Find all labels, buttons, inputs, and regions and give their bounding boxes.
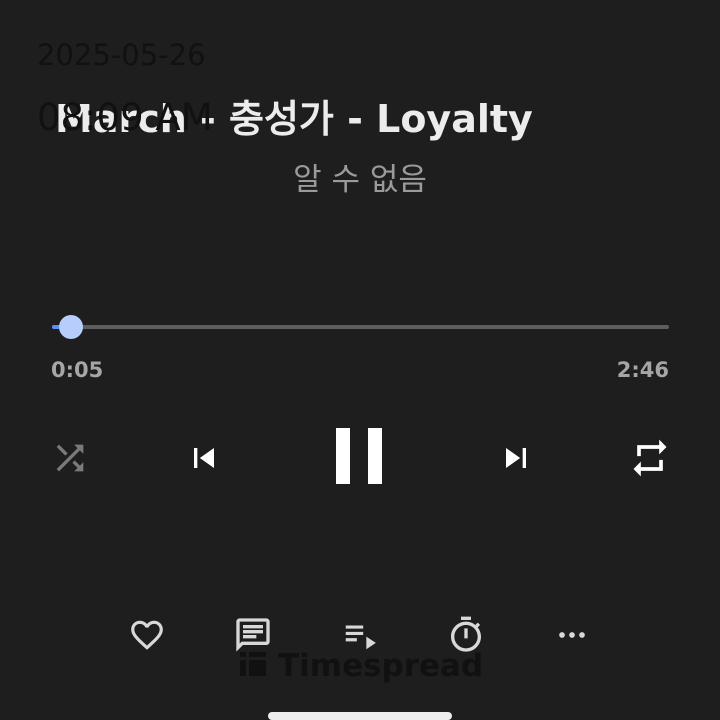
repeat-button[interactable] [626, 434, 674, 482]
favorite-button[interactable] [125, 615, 169, 659]
seek-bar-thumb[interactable] [58, 315, 83, 339]
current-time: 0:05 [51, 358, 104, 382]
date-stamp: 2025-05-26 [37, 38, 206, 72]
previous-button[interactable] [182, 436, 226, 480]
watermark: Timespread [238, 648, 483, 684]
skip-next-icon [496, 438, 536, 478]
pause-icon [332, 424, 388, 488]
repeat-icon [628, 436, 672, 480]
total-time: 2:46 [616, 358, 669, 382]
watermark-text: Timespread [278, 648, 484, 684]
next-button[interactable] [494, 436, 538, 480]
song-artist: 알 수 없음 [293, 162, 427, 198]
more-button[interactable] [550, 615, 594, 659]
more-icon [552, 615, 592, 659]
pause-button[interactable] [326, 420, 394, 492]
shuffle-button[interactable] [48, 436, 92, 480]
home-indicator[interactable] [268, 712, 452, 720]
time-stamp: 08:09 AM [37, 96, 213, 139]
heart-icon [128, 616, 166, 658]
timespread-logo-icon [238, 650, 268, 682]
skip-previous-icon [184, 438, 224, 478]
seek-bar[interactable] [52, 315, 669, 339]
shuffle-icon [50, 438, 90, 478]
